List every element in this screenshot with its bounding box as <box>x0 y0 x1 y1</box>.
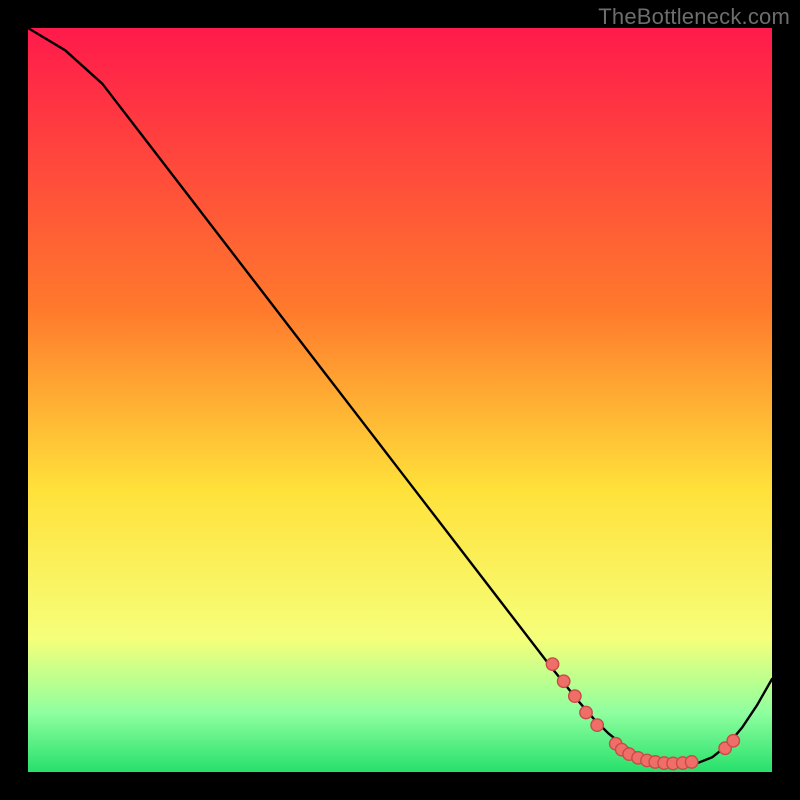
chart-container: TheBottleneck.com <box>0 0 800 800</box>
bottleneck-chart <box>0 0 800 800</box>
data-point <box>569 690 581 702</box>
data-point <box>546 658 558 670</box>
data-point <box>580 706 592 718</box>
watermark-text: TheBottleneck.com <box>598 4 790 30</box>
data-point <box>557 675 569 687</box>
data-point <box>591 719 603 731</box>
data-point <box>727 735 739 747</box>
data-point <box>685 756 697 768</box>
